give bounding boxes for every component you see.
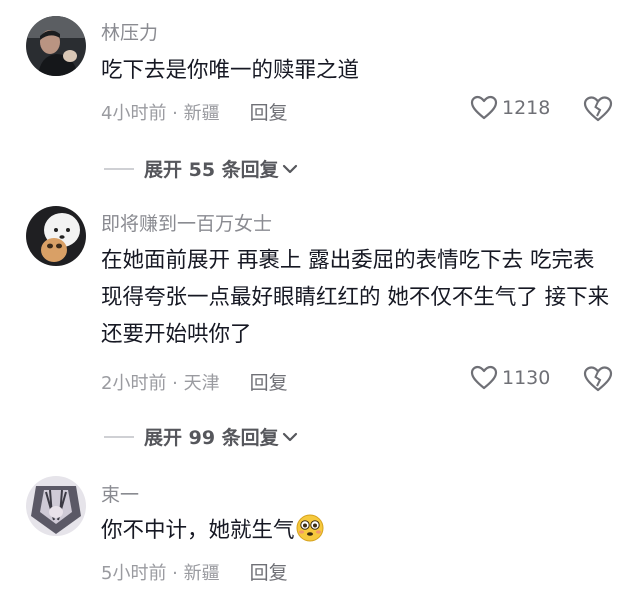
avatar[interactable] <box>26 476 86 536</box>
avatar[interactable] <box>26 206 86 266</box>
chevron-down-icon <box>282 164 297 173</box>
time-location: 5小时前 · 新疆 <box>101 562 220 584</box>
like-button[interactable]: 1218 <box>470 95 550 121</box>
comment-text: 吃下去是你唯一的赎罪之道 <box>101 58 360 83</box>
username[interactable]: 束一 <box>101 480 139 507</box>
comment-text: 在她面前展开 再裹上 露出委屈的表情吃下去 吃完表现得夸张一点最好眼睛红红的 她… <box>101 248 610 347</box>
broken-heart-icon[interactable] <box>583 365 613 393</box>
avatar[interactable] <box>26 16 86 76</box>
flushed-face-icon <box>296 514 324 542</box>
expand-replies-label: 展开 99 条回复 <box>144 427 279 449</box>
heart-icon <box>470 365 498 390</box>
comment-meta: 5小时前 · 新疆 回复 <box>101 558 288 585</box>
expand-replies-button[interactable]: 展开 99 条回复 <box>104 423 299 450</box>
like-count: 1130 <box>502 367 551 389</box>
like-button[interactable]: 1130 <box>470 365 550 391</box>
comment-text-content: 你不中计，她就生气 <box>101 518 295 543</box>
expand-replies-button[interactable]: 展开 55 条回复 <box>104 155 299 182</box>
heart-icon <box>470 95 498 120</box>
comment-text: 你不中计，她就生气 <box>101 512 611 549</box>
username[interactable]: 即将赚到一百万女士 <box>101 209 272 236</box>
divider-line <box>104 167 134 170</box>
broken-heart-icon[interactable] <box>583 95 613 123</box>
time-location: 4小时前 · 新疆 <box>101 102 220 124</box>
time-location: 2小时前 · 天津 <box>101 372 220 394</box>
reply-button[interactable]: 回复 <box>250 368 288 395</box>
username[interactable]: 林压力 <box>101 18 158 45</box>
reply-button[interactable]: 回复 <box>250 558 288 585</box>
comment-meta: 2小时前 · 天津 回复 <box>101 368 288 395</box>
divider-line <box>104 435 134 438</box>
comment-meta: 4小时前 · 新疆 回复 <box>101 98 288 125</box>
expand-replies-label: 展开 55 条回复 <box>144 159 279 181</box>
chevron-down-icon <box>282 432 297 441</box>
like-count: 1218 <box>502 97 551 119</box>
reply-button[interactable]: 回复 <box>250 98 288 125</box>
